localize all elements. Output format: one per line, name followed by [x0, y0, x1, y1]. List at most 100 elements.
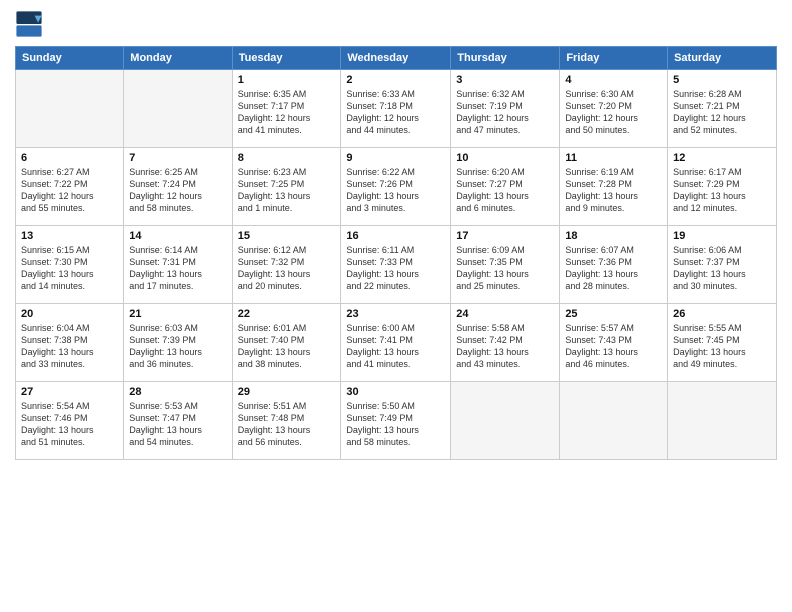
- day-number: 6: [21, 152, 118, 164]
- day-info: Sunrise: 6:09 AM Sunset: 7:35 PM Dayligh…: [456, 244, 554, 293]
- calendar-cell: 18 Sunrise: 6:07 AM Sunset: 7:36 PM Dayli…: [560, 226, 668, 304]
- calendar-cell: 3 Sunrise: 6:32 AM Sunset: 7:19 PM Daylig…: [451, 70, 560, 148]
- calendar-cell: 22 Sunrise: 6:01 AM Sunset: 7:40 PM Dayli…: [232, 304, 341, 382]
- day-info: Sunrise: 6:27 AM Sunset: 7:22 PM Dayligh…: [21, 166, 118, 215]
- calendar-cell: 25 Sunrise: 5:57 AM Sunset: 7:43 PM Dayli…: [560, 304, 668, 382]
- calendar-cell: 23 Sunrise: 6:00 AM Sunset: 7:41 PM Dayli…: [341, 304, 451, 382]
- logo-icon: [15, 10, 43, 38]
- day-number: 23: [346, 308, 445, 320]
- calendar-cell: 21 Sunrise: 6:03 AM Sunset: 7:39 PM Dayli…: [124, 304, 232, 382]
- day-info: Sunrise: 5:55 AM Sunset: 7:45 PM Dayligh…: [673, 322, 771, 371]
- day-header-tuesday: Tuesday: [232, 47, 341, 70]
- day-number: 25: [565, 308, 662, 320]
- calendar-cell: 15 Sunrise: 6:12 AM Sunset: 7:32 PM Dayli…: [232, 226, 341, 304]
- day-number: 17: [456, 230, 554, 242]
- calendar-cell: [560, 382, 668, 460]
- day-header-monday: Monday: [124, 47, 232, 70]
- calendar-cell: 28 Sunrise: 5:53 AM Sunset: 7:47 PM Dayli…: [124, 382, 232, 460]
- day-info: Sunrise: 6:28 AM Sunset: 7:21 PM Dayligh…: [673, 88, 771, 137]
- page: SundayMondayTuesdayWednesdayThursdayFrid…: [0, 0, 792, 612]
- day-info: Sunrise: 6:20 AM Sunset: 7:27 PM Dayligh…: [456, 166, 554, 215]
- day-info: Sunrise: 5:54 AM Sunset: 7:46 PM Dayligh…: [21, 400, 118, 449]
- day-info: Sunrise: 6:25 AM Sunset: 7:24 PM Dayligh…: [129, 166, 226, 215]
- day-header-friday: Friday: [560, 47, 668, 70]
- day-info: Sunrise: 6:04 AM Sunset: 7:38 PM Dayligh…: [21, 322, 118, 371]
- logo: [15, 10, 47, 38]
- day-number: 20: [21, 308, 118, 320]
- day-number: 14: [129, 230, 226, 242]
- calendar-cell: 20 Sunrise: 6:04 AM Sunset: 7:38 PM Dayli…: [16, 304, 124, 382]
- calendar-cell: 2 Sunrise: 6:33 AM Sunset: 7:18 PM Daylig…: [341, 70, 451, 148]
- day-info: Sunrise: 6:03 AM Sunset: 7:39 PM Dayligh…: [129, 322, 226, 371]
- calendar-cell: 30Sunrise: 5:50 AM Sunset: 7:49 PM Dayli…: [341, 382, 451, 460]
- day-info: Sunrise: 5:57 AM Sunset: 7:43 PM Dayligh…: [565, 322, 662, 371]
- calendar-header: SundayMondayTuesdayWednesdayThursdayFrid…: [16, 47, 777, 70]
- day-info: Sunrise: 6:17 AM Sunset: 7:29 PM Dayligh…: [673, 166, 771, 215]
- day-number: 15: [238, 230, 336, 242]
- calendar-cell: 11Sunrise: 6:19 AM Sunset: 7:28 PM Dayli…: [560, 148, 668, 226]
- calendar-cell: 8 Sunrise: 6:23 AM Sunset: 7:25 PM Daylig…: [232, 148, 341, 226]
- calendar-cell: [451, 382, 560, 460]
- calendar-cell: [668, 382, 777, 460]
- day-number: 22: [238, 308, 336, 320]
- calendar-cell: 13 Sunrise: 6:15 AM Sunset: 7:30 PM Dayli…: [16, 226, 124, 304]
- week-row-2: 13 Sunrise: 6:15 AM Sunset: 7:30 PM Dayli…: [16, 226, 777, 304]
- header: [15, 10, 777, 38]
- calendar-cell: 6 Sunrise: 6:27 AM Sunset: 7:22 PM Daylig…: [16, 148, 124, 226]
- calendar-cell: 26 Sunrise: 5:55 AM Sunset: 7:45 PM Dayli…: [668, 304, 777, 382]
- week-row-0: 1Sunrise: 6:35 AM Sunset: 7:17 PM Daylig…: [16, 70, 777, 148]
- day-number: 1: [238, 74, 336, 86]
- day-number: 4: [565, 74, 662, 86]
- day-number: 30: [346, 386, 445, 398]
- day-info: Sunrise: 6:12 AM Sunset: 7:32 PM Dayligh…: [238, 244, 336, 293]
- day-header-thursday: Thursday: [451, 47, 560, 70]
- day-info: Sunrise: 5:53 AM Sunset: 7:47 PM Dayligh…: [129, 400, 226, 449]
- day-number: 13: [21, 230, 118, 242]
- week-row-3: 20 Sunrise: 6:04 AM Sunset: 7:38 PM Dayli…: [16, 304, 777, 382]
- day-info: Sunrise: 6:00 AM Sunset: 7:41 PM Dayligh…: [346, 322, 445, 371]
- calendar-cell: 16Sunrise: 6:11 AM Sunset: 7:33 PM Dayli…: [341, 226, 451, 304]
- day-number: 8: [238, 152, 336, 164]
- calendar-cell: 5Sunrise: 6:28 AM Sunset: 7:21 PM Daylig…: [668, 70, 777, 148]
- day-info: Sunrise: 6:22 AM Sunset: 7:26 PM Dayligh…: [346, 166, 445, 215]
- day-number: 28: [129, 386, 226, 398]
- day-info: Sunrise: 6:14 AM Sunset: 7:31 PM Dayligh…: [129, 244, 226, 293]
- day-info: Sunrise: 6:11 AM Sunset: 7:33 PM Dayligh…: [346, 244, 445, 293]
- day-info: Sunrise: 6:15 AM Sunset: 7:30 PM Dayligh…: [21, 244, 118, 293]
- day-info: Sunrise: 6:01 AM Sunset: 7:40 PM Dayligh…: [238, 322, 336, 371]
- calendar-cell: [16, 70, 124, 148]
- day-number: 3: [456, 74, 554, 86]
- calendar-cell: 9Sunrise: 6:22 AM Sunset: 7:26 PM Daylig…: [341, 148, 451, 226]
- day-info: Sunrise: 5:51 AM Sunset: 7:48 PM Dayligh…: [238, 400, 336, 449]
- day-number: 26: [673, 308, 771, 320]
- day-number: 10: [456, 152, 554, 164]
- calendar-cell: 7 Sunrise: 6:25 AM Sunset: 7:24 PM Daylig…: [124, 148, 232, 226]
- day-number: 7: [129, 152, 226, 164]
- calendar-cell: 19Sunrise: 6:06 AM Sunset: 7:37 PM Dayli…: [668, 226, 777, 304]
- day-info: Sunrise: 6:33 AM Sunset: 7:18 PM Dayligh…: [346, 88, 445, 137]
- day-header-sunday: Sunday: [16, 47, 124, 70]
- day-number: 2: [346, 74, 445, 86]
- day-number: 29: [238, 386, 336, 398]
- calendar-cell: 10 Sunrise: 6:20 AM Sunset: 7:27 PM Dayli…: [451, 148, 560, 226]
- calendar: SundayMondayTuesdayWednesdayThursdayFrid…: [15, 46, 777, 460]
- calendar-cell: 14 Sunrise: 6:14 AM Sunset: 7:31 PM Dayli…: [124, 226, 232, 304]
- header-row: SundayMondayTuesdayWednesdayThursdayFrid…: [16, 47, 777, 70]
- calendar-cell: 24Sunrise: 5:58 AM Sunset: 7:42 PM Dayli…: [451, 304, 560, 382]
- calendar-cell: 29 Sunrise: 5:51 AM Sunset: 7:48 PM Dayli…: [232, 382, 341, 460]
- day-header-saturday: Saturday: [668, 47, 777, 70]
- day-number: 18: [565, 230, 662, 242]
- calendar-cell: [124, 70, 232, 148]
- day-info: Sunrise: 6:23 AM Sunset: 7:25 PM Dayligh…: [238, 166, 336, 215]
- day-number: 12: [673, 152, 771, 164]
- week-row-4: 27Sunrise: 5:54 AM Sunset: 7:46 PM Dayli…: [16, 382, 777, 460]
- calendar-cell: 4Sunrise: 6:30 AM Sunset: 7:20 PM Daylig…: [560, 70, 668, 148]
- day-info: Sunrise: 6:07 AM Sunset: 7:36 PM Dayligh…: [565, 244, 662, 293]
- day-info: Sunrise: 6:32 AM Sunset: 7:19 PM Dayligh…: [456, 88, 554, 137]
- calendar-cell: 1Sunrise: 6:35 AM Sunset: 7:17 PM Daylig…: [232, 70, 341, 148]
- day-number: 21: [129, 308, 226, 320]
- day-info: Sunrise: 6:06 AM Sunset: 7:37 PM Dayligh…: [673, 244, 771, 293]
- calendar-cell: 12 Sunrise: 6:17 AM Sunset: 7:29 PM Dayli…: [668, 148, 777, 226]
- day-header-wednesday: Wednesday: [341, 47, 451, 70]
- calendar-cell: 17 Sunrise: 6:09 AM Sunset: 7:35 PM Dayli…: [451, 226, 560, 304]
